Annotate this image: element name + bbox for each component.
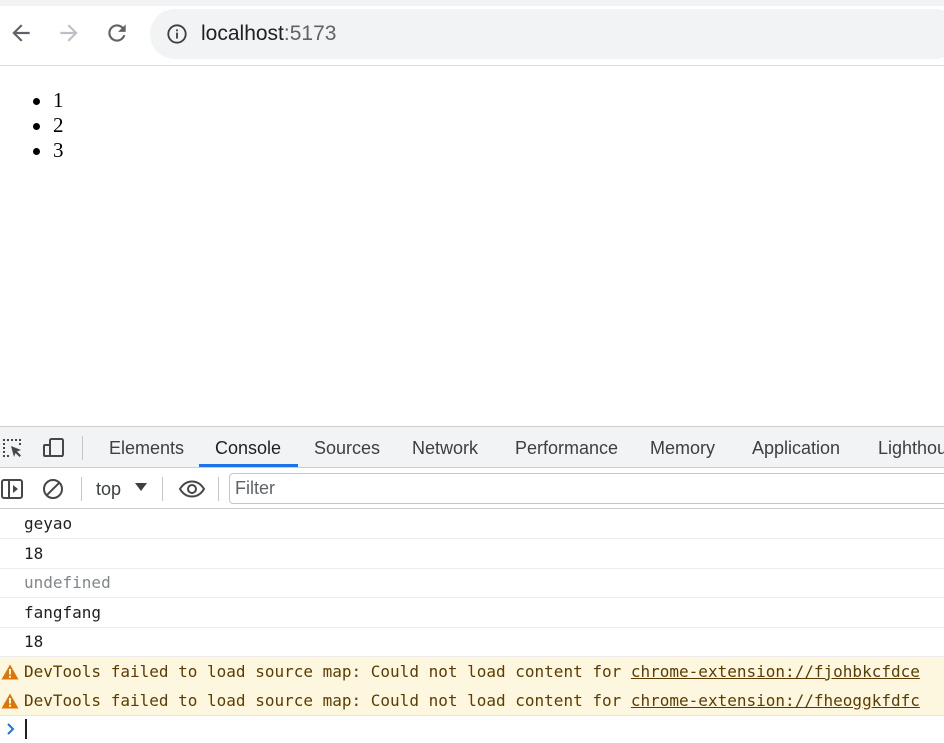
tab-network[interactable]: Network bbox=[412, 427, 478, 467]
tab-lighthouse[interactable]: Lighthou bbox=[878, 427, 944, 467]
console-warning: DevTools failed to load source map: Coul… bbox=[0, 657, 944, 687]
warning-icon bbox=[1, 693, 19, 709]
sidebar-toggle-icon[interactable] bbox=[0, 477, 24, 501]
reload-button[interactable] bbox=[102, 18, 132, 48]
devtools-panel: Elements Console Sources Network Perform… bbox=[0, 426, 944, 743]
text-caret bbox=[25, 719, 27, 739]
tab-strip-edge bbox=[0, 0, 944, 6]
console-message: 18 bbox=[0, 539, 944, 569]
device-toolbar-icon[interactable] bbox=[42, 436, 66, 460]
warning-text: DevTools failed to load source map: Coul… bbox=[24, 691, 631, 710]
console-message: geyao bbox=[0, 509, 944, 539]
url-text[interactable]: localhost:5173 bbox=[201, 21, 336, 47]
tab-sources[interactable]: Sources bbox=[314, 427, 380, 467]
bullet-list: 1 2 3 bbox=[33, 88, 64, 163]
url-host: localhost bbox=[201, 22, 284, 45]
console-message: 18 bbox=[0, 627, 944, 657]
clear-console-icon[interactable] bbox=[41, 477, 65, 501]
eye-icon[interactable] bbox=[178, 477, 206, 501]
page-content: 1 2 3 bbox=[0, 67, 944, 426]
tab-application[interactable]: Application bbox=[752, 427, 840, 467]
arrow-right-icon bbox=[60, 24, 78, 42]
warning-text: DevTools failed to load source map: Coul… bbox=[24, 662, 631, 681]
url-port: :5173 bbox=[283, 22, 337, 45]
active-tab-indicator bbox=[199, 464, 298, 467]
toolbar-separator bbox=[81, 477, 82, 501]
context-value: top bbox=[96, 479, 122, 499]
console-warning: DevTools failed to load source map: Coul… bbox=[0, 686, 944, 716]
tab-separator bbox=[82, 436, 83, 460]
console-output: geyao 18 undefined fangfang 18 DevTools … bbox=[0, 509, 944, 743]
warning-icon bbox=[1, 664, 19, 680]
console-message: undefined bbox=[0, 568, 944, 598]
console-toolbar: top bbox=[0, 469, 944, 509]
reload-icon bbox=[108, 24, 126, 42]
filter-field[interactable] bbox=[229, 473, 944, 504]
toolbar-separator bbox=[162, 477, 163, 501]
source-map-link[interactable]: chrome-extension://fjohbkcfdce bbox=[631, 662, 920, 681]
list-item: 3 bbox=[33, 138, 64, 163]
tab-elements[interactable]: Elements bbox=[109, 427, 184, 467]
chevron-right-icon bbox=[7, 723, 15, 735]
tab-performance[interactable]: Performance bbox=[515, 427, 618, 467]
inspect-element-icon[interactable] bbox=[0, 436, 24, 460]
tab-console[interactable]: Console bbox=[215, 427, 281, 467]
context-selector[interactable]: top bbox=[94, 473, 121, 505]
devtools-tabbar: Elements Console Sources Network Perform… bbox=[0, 427, 944, 468]
tab-memory[interactable]: Memory bbox=[650, 427, 715, 467]
console-message: fangfang bbox=[0, 598, 944, 628]
browser-toolbar: localhost:5173 bbox=[0, 0, 944, 66]
back-button[interactable] bbox=[6, 18, 36, 48]
source-map-link[interactable]: chrome-extension://fheoggkfdfc bbox=[631, 691, 920, 710]
list-item: 2 bbox=[33, 113, 64, 138]
forward-button[interactable] bbox=[54, 18, 84, 48]
arrow-left-icon bbox=[12, 24, 30, 42]
filter-input[interactable] bbox=[235, 474, 935, 503]
address-bar[interactable]: localhost:5173 bbox=[150, 9, 944, 59]
caret-down-icon[interactable] bbox=[135, 483, 147, 491]
console-prompt[interactable] bbox=[0, 714, 944, 743]
info-icon[interactable] bbox=[166, 23, 188, 45]
toolbar-separator bbox=[218, 477, 219, 501]
list-item: 1 bbox=[33, 88, 64, 113]
